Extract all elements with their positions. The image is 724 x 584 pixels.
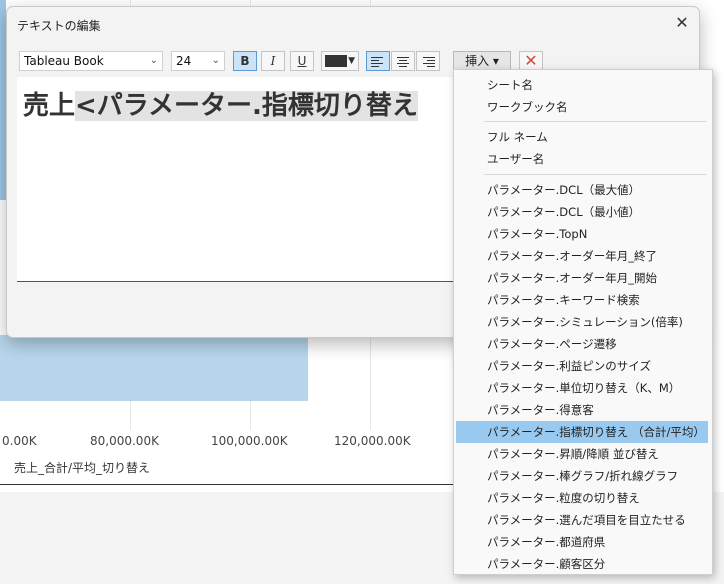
editor-content[interactable]: 売上<パラメーター.指標切り替え: [23, 85, 418, 122]
italic-button[interactable]: I: [261, 51, 285, 71]
menu-item-workbook-name[interactable]: ワークブック名: [456, 96, 708, 118]
menu-item-parameter[interactable]: パラメーター.粒度の切り替え: [456, 487, 708, 509]
menu-item-parameter[interactable]: パラメーター.DCL（最大値）: [456, 179, 708, 201]
menu-item-parameter[interactable]: パラメーター.ページ遷移: [456, 333, 708, 355]
align-center-button[interactable]: [391, 51, 415, 71]
axis-title[interactable]: 売上_合計/平均_切り替え: [14, 459, 150, 476]
menu-item-parameter[interactable]: パラメーター.都道府県: [456, 531, 708, 553]
axis-tick-label: 100,000.00K: [211, 434, 288, 448]
worksheet-bar[interactable]: [0, 335, 308, 401]
menu-separator: [484, 121, 706, 122]
color-swatch: [325, 55, 347, 67]
axis-tick-label: 120,000.00K: [334, 434, 411, 448]
align-left-icon: [367, 52, 389, 67]
menu-item-parameter[interactable]: パラメーター.オーダー年月_開始: [456, 267, 708, 289]
align-right-icon: [417, 52, 439, 67]
align-right-button[interactable]: [416, 51, 440, 71]
dialog-titlebar[interactable]: テキストの編集 ✕: [7, 7, 699, 39]
menu-item-parameter[interactable]: パラメーター.棒グラフ/折れ線グラフ: [456, 465, 708, 487]
axis-tick-label: 0.00K: [2, 434, 37, 448]
editor-plain-text: 売上: [23, 91, 76, 121]
dialog-title: テキストの編集: [17, 19, 101, 33]
menu-item-parameter[interactable]: パラメーター.利益ピンのサイズ: [456, 355, 708, 377]
align-left-button[interactable]: [366, 51, 390, 71]
menu-item-parameter[interactable]: パラメーター.選んだ項目を目立たせる: [456, 509, 708, 531]
menu-item-sheet-name[interactable]: シート名: [456, 74, 708, 96]
menu-item-parameter[interactable]: パラメーター.顧客区分: [456, 553, 708, 575]
menu-item-parameter[interactable]: パラメーター.昇順/降順 並び替え: [456, 443, 708, 465]
menu-separator: [484, 174, 706, 175]
menu-item-parameter-highlighted[interactable]: パラメーター.指標切り替え （合計/平均）: [456, 421, 708, 443]
clear-format-icon[interactable]: ✕: [519, 51, 543, 71]
close-icon[interactable]: ✕: [669, 11, 695, 35]
axis-tick-label: 80,000.00K: [90, 434, 159, 448]
insert-button[interactable]: 挿入 ▾: [453, 51, 511, 71]
menu-item-parameter[interactable]: パラメーター.得意客: [456, 399, 708, 421]
menu-item-parameter[interactable]: パラメーター.単位切り替え（K、M）: [456, 377, 708, 399]
font-size-value: 24: [176, 54, 192, 68]
menu-item-full-name[interactable]: フル ネーム: [456, 126, 708, 148]
caret-down-icon: ▼: [348, 56, 355, 66]
chevron-down-icon: ⌄: [211, 55, 220, 66]
font-color-button[interactable]: ▼: [321, 51, 359, 71]
chevron-down-icon: ⌄: [149, 55, 158, 66]
font-family-value: Tableau Book: [24, 54, 104, 68]
insert-menu: シート名 ワークブック名 フル ネーム ユーザー名 パラメーター.DCL（最大値…: [453, 69, 713, 575]
menu-item-parameter[interactable]: パラメーター.TopN: [456, 223, 708, 245]
font-family-dropdown[interactable]: Tableau Book ⌄: [19, 51, 163, 71]
menu-item-parameter[interactable]: パラメーター.シミュレーション(倍率): [456, 311, 708, 333]
axis-baseline: [0, 484, 460, 485]
menu-item-parameter[interactable]: パラメーター.オーダー年月_終了: [456, 245, 708, 267]
menu-item-parameter[interactable]: パラメーター.DCL（最小値）: [456, 201, 708, 223]
menu-item-user-name[interactable]: ユーザー名: [456, 148, 708, 170]
align-center-icon: [392, 52, 414, 67]
underline-button[interactable]: U: [290, 51, 314, 71]
editor-selected-text: <パラメーター.指標切り替え: [75, 91, 418, 121]
menu-item-parameter[interactable]: パラメーター.キーワード検索: [456, 289, 708, 311]
bold-button[interactable]: B: [233, 51, 257, 71]
font-size-dropdown[interactable]: 24 ⌄: [171, 51, 225, 71]
